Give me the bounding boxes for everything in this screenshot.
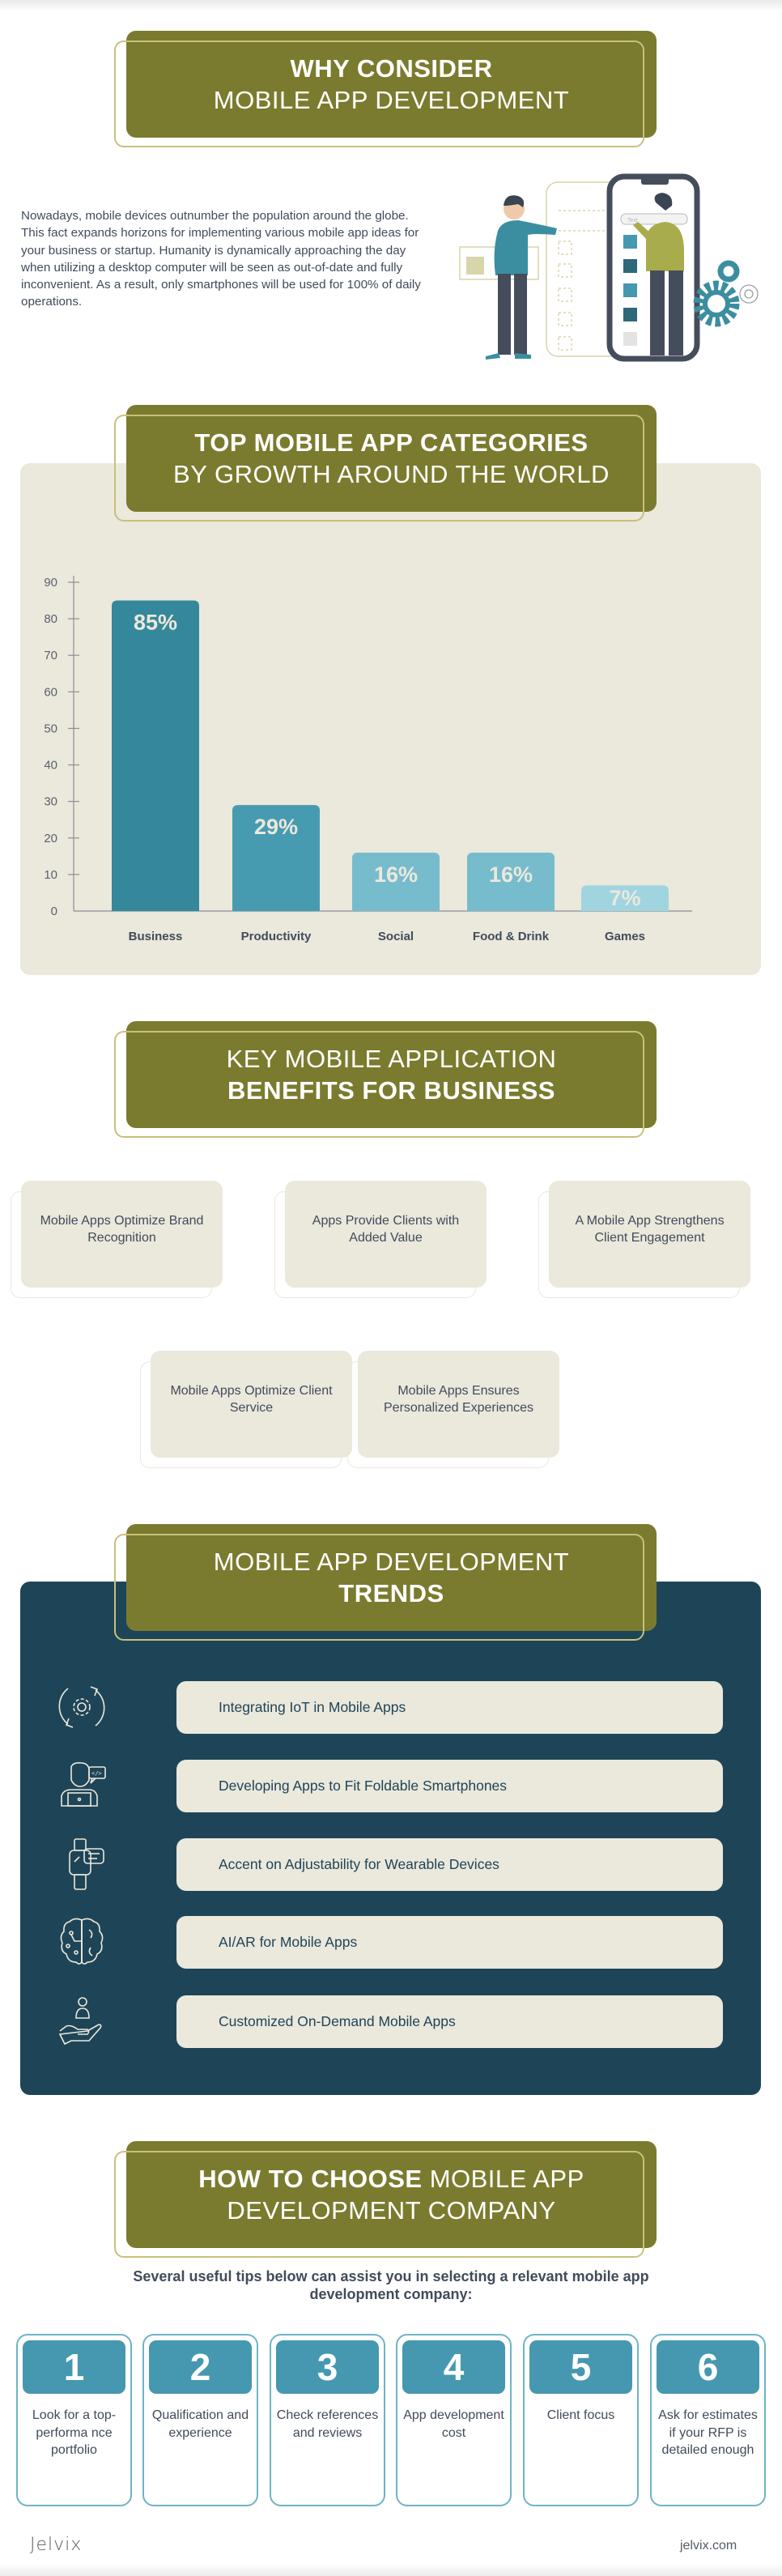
app-tile	[623, 283, 637, 297]
y-tick-label: 80	[44, 612, 57, 626]
tip-card: 4 App development cost	[396, 2334, 512, 2506]
trend-item: Accent on Adjustability for Wearable Dev…	[176, 1838, 723, 1891]
smartwatch-icon	[69, 1838, 104, 1890]
y-tick-label: 90	[44, 576, 57, 590]
tips-intro: Several useful tips below can assist you…	[133, 2268, 649, 2302]
bar	[112, 600, 199, 911]
x-category-label: Food & Drink	[473, 930, 550, 943]
website-link[interactable]: jelvix.com	[680, 2539, 737, 2553]
bottom-shadow	[0, 2563, 782, 2576]
header-title-bold: TRENDS	[338, 1579, 444, 1607]
tip-card: 3 Check references and reviews	[270, 2334, 385, 2506]
tip-text: Qualification and experience	[151, 2408, 249, 2440]
benefits-header: KEY MOBILE APPLICATION BENEFITS FOR BUSI…	[114, 1021, 657, 1138]
ui-card-image	[466, 257, 484, 275]
x-category-label: Social	[378, 930, 414, 943]
tip-number: 4	[402, 2340, 505, 2394]
top-shadow	[0, 0, 782, 11]
header-title-bold: TOP MOBILE APP CATEGORIES	[194, 428, 589, 457]
benefit-text: Mobile Apps Optimize Client Service	[170, 1384, 333, 1415]
y-tick-label: 30	[44, 795, 57, 809]
trend-item: Integrating IoT in Mobile Apps	[176, 1681, 723, 1734]
tip-text: Check references and reviews	[276, 2408, 379, 2440]
trend-label: AI/AR for Mobile Apps	[219, 1934, 358, 1950]
gears-decoration	[693, 260, 759, 327]
tip-number: 6	[657, 2340, 759, 2394]
trend-label: Accent on Adjustability for Wearable Dev…	[219, 1856, 499, 1872]
tip-text: Look for a top-performa nce portfolio	[32, 2408, 117, 2457]
tip-text: App development cost	[403, 2408, 504, 2440]
intro-paragraph: Nowadays, mobile devices outnumber the p…	[21, 209, 421, 309]
trend-label: Customized On-Demand Mobile Apps	[219, 2013, 456, 2029]
y-tick-label: 60	[44, 685, 57, 699]
benefit-card: Mobile Apps Optimize Brand Recognition	[11, 1181, 223, 1298]
benefit-text: Apps Provide Clients with Added Value	[312, 1214, 460, 1245]
developer-laptop-icon: </>	[61, 1762, 106, 1807]
tip-text: Client focus	[546, 2408, 615, 2422]
why-consider-header: WHY CONSIDER MOBILE APP DEVELOPMENT	[114, 31, 657, 147]
x-category-label: Business	[129, 930, 183, 943]
y-tick-label: 50	[44, 722, 57, 735]
benefit-text: Mobile Apps Optimize Brand Recognition	[40, 1214, 204, 1245]
y-tick-label: 0	[51, 905, 57, 918]
trend-item: Developing Apps to Fit Foldable Smartpho…	[176, 1760, 723, 1812]
tip-text: Ask for estimates if your RFP is detaile…	[658, 2408, 758, 2457]
bar-value-label: 16%	[374, 862, 418, 887]
benefit-text: A Mobile App Strengthens Client Engageme…	[575, 1214, 725, 1245]
tip-number: 2	[149, 2340, 252, 2394]
benefit-card: Mobile Apps Ensures Personalized Experie…	[347, 1351, 559, 1468]
trend-label: Integrating IoT in Mobile Apps	[219, 1699, 406, 1715]
trend-item: AI/AR for Mobile Apps	[176, 1916, 723, 1969]
header-title-light: BY GROWTH AROUND THE WORLD	[173, 460, 610, 488]
app-tile	[623, 235, 637, 249]
tip-card: 2 Qualification and experience	[142, 2334, 258, 2506]
x-category-label: Productivity	[241, 930, 312, 943]
hand-user-icon	[58, 1997, 102, 2046]
header-title-light: MOBILE APP DEVELOPMENT	[213, 1548, 570, 1576]
jelvix-logo[interactable]: Jelvix	[30, 2535, 82, 2555]
app-tile	[623, 308, 637, 321]
people-building-app-illustration: Text	[459, 173, 759, 362]
tip-number: 3	[276, 2340, 379, 2394]
app-tile	[623, 259, 637, 273]
growth-bar-chart: 0 10 20 30 40 50 60 70 80 90 85% Business 29% Product…	[44, 576, 692, 943]
bar-value-label: 29%	[254, 815, 298, 839]
y-tick-label: 10	[44, 868, 57, 882]
tip-number: 1	[23, 2340, 125, 2394]
header-title-bold: WHY CONSIDER	[290, 54, 493, 83]
tip-card: 1 Look for a top-performa nce portfolio	[16, 2334, 132, 2506]
trend-label: Developing Apps to Fit Foldable Smartpho…	[219, 1778, 508, 1794]
y-tick-label: 70	[44, 649, 57, 662]
bar-value-label: 16%	[489, 862, 533, 887]
benefit-card: Apps Provide Clients with Added Value	[274, 1181, 487, 1298]
benefit-card: Mobile Apps Optimize Client Service	[140, 1351, 352, 1468]
gear-cycle-icon	[58, 1686, 105, 1728]
categories-header: TOP MOBILE APP CATEGORIES BY GROWTH AROU…	[114, 405, 657, 522]
trends-header: MOBILE APP DEVELOPMENT TRENDS	[114, 1524, 657, 1641]
tip-card: 6 Ask for estimates if your RFP is detai…	[650, 2334, 766, 2506]
header-title-bold: BENEFITS FOR BUSINESS	[227, 1076, 555, 1105]
benefit-card: A Mobile App Strengthens Client Engageme…	[538, 1181, 750, 1298]
y-tick-label: 40	[44, 759, 57, 773]
header-title-light: KEY MOBILE APPLICATION	[226, 1045, 557, 1073]
bar-value-label: 85%	[134, 611, 177, 635]
ai-brain-icon	[60, 1918, 104, 1965]
benefit-text: Mobile Apps Ensures Personalized Experie…	[384, 1384, 533, 1415]
phone-notch	[641, 177, 669, 185]
tip-number: 5	[529, 2340, 632, 2394]
header-title-light: MOBILE APP DEVELOPMENT	[213, 86, 570, 114]
choose-header: HOW TO CHOOSE MOBILE APP DEVELOPMENT COM…	[114, 2141, 657, 2258]
y-tick-label: 20	[44, 832, 57, 845]
header-title-light: DEVELOPMENT COMPANY	[227, 2196, 556, 2225]
tip-card: 5 Client focus	[523, 2334, 639, 2506]
bar-value-label: 7%	[609, 886, 640, 910]
header-title-bold: HOW TO CHOOSE	[198, 2165, 423, 2193]
search-placeholder: Text	[627, 218, 638, 224]
header-title-light: MOBILE APP	[429, 2165, 584, 2193]
x-category-label: Games	[605, 930, 645, 943]
trend-item: Customized On-Demand Mobile Apps	[176, 1995, 723, 2048]
app-tile	[623, 332, 637, 346]
svg-text:</>: </>	[91, 1770, 102, 1777]
